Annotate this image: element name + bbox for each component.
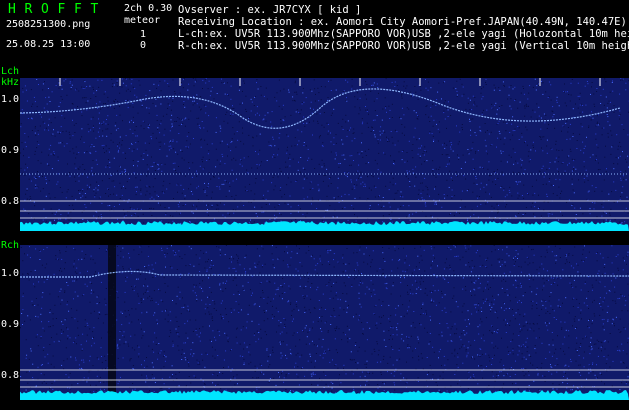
lch-y-tick: 0.9: [1, 145, 20, 156]
rch-spectrogram: [20, 245, 629, 400]
rch-y-tick: 1.0: [1, 268, 20, 279]
rch-y-tick: 0.9: [1, 319, 20, 330]
app-title: HROFFT: [8, 2, 107, 17]
lch-label: Lch: [1, 66, 20, 77]
rch-y-tick: 0.8: [1, 370, 20, 381]
title-letter: F: [57, 2, 66, 17]
title-letter: R: [24, 2, 33, 17]
meteor-label: meteor: [124, 15, 161, 26]
lch-y-tick: 0.8: [1, 196, 20, 207]
lch-unit: kHz: [1, 77, 20, 88]
rch-info: R-ch:ex. UV5R 113.900Mhz(SAPPORO VOR)USB…: [178, 40, 629, 52]
file-name: 2508251300.png: [6, 19, 91, 30]
lch-noise: [20, 78, 629, 231]
rch-label: Rch: [1, 240, 20, 251]
meteor-count-lch: 1: [140, 29, 147, 40]
title-letter: H: [8, 2, 16, 17]
meteor-count-rch: 0: [140, 40, 147, 51]
rch-interference-band: [108, 245, 116, 400]
title-letter: F: [74, 2, 82, 17]
mode-label: 2ch 0.30: [124, 3, 173, 14]
lch-y-tick: 1.0: [1, 94, 20, 105]
location-info: Receiving Location : ex. Aomori City Aom…: [178, 16, 627, 28]
observer-info: Ovserver : ex. JR7CYX [ kid ]: [178, 4, 362, 16]
lch-spectrogram: [20, 78, 629, 231]
date-time: 25.08.25 13:00: [6, 39, 91, 50]
title-letter: O: [41, 2, 49, 17]
lch-info: L-ch:ex. UV5R 113.900Mhz(SAPPORO VOR)USB…: [178, 28, 629, 40]
title-letter: T: [90, 2, 99, 17]
